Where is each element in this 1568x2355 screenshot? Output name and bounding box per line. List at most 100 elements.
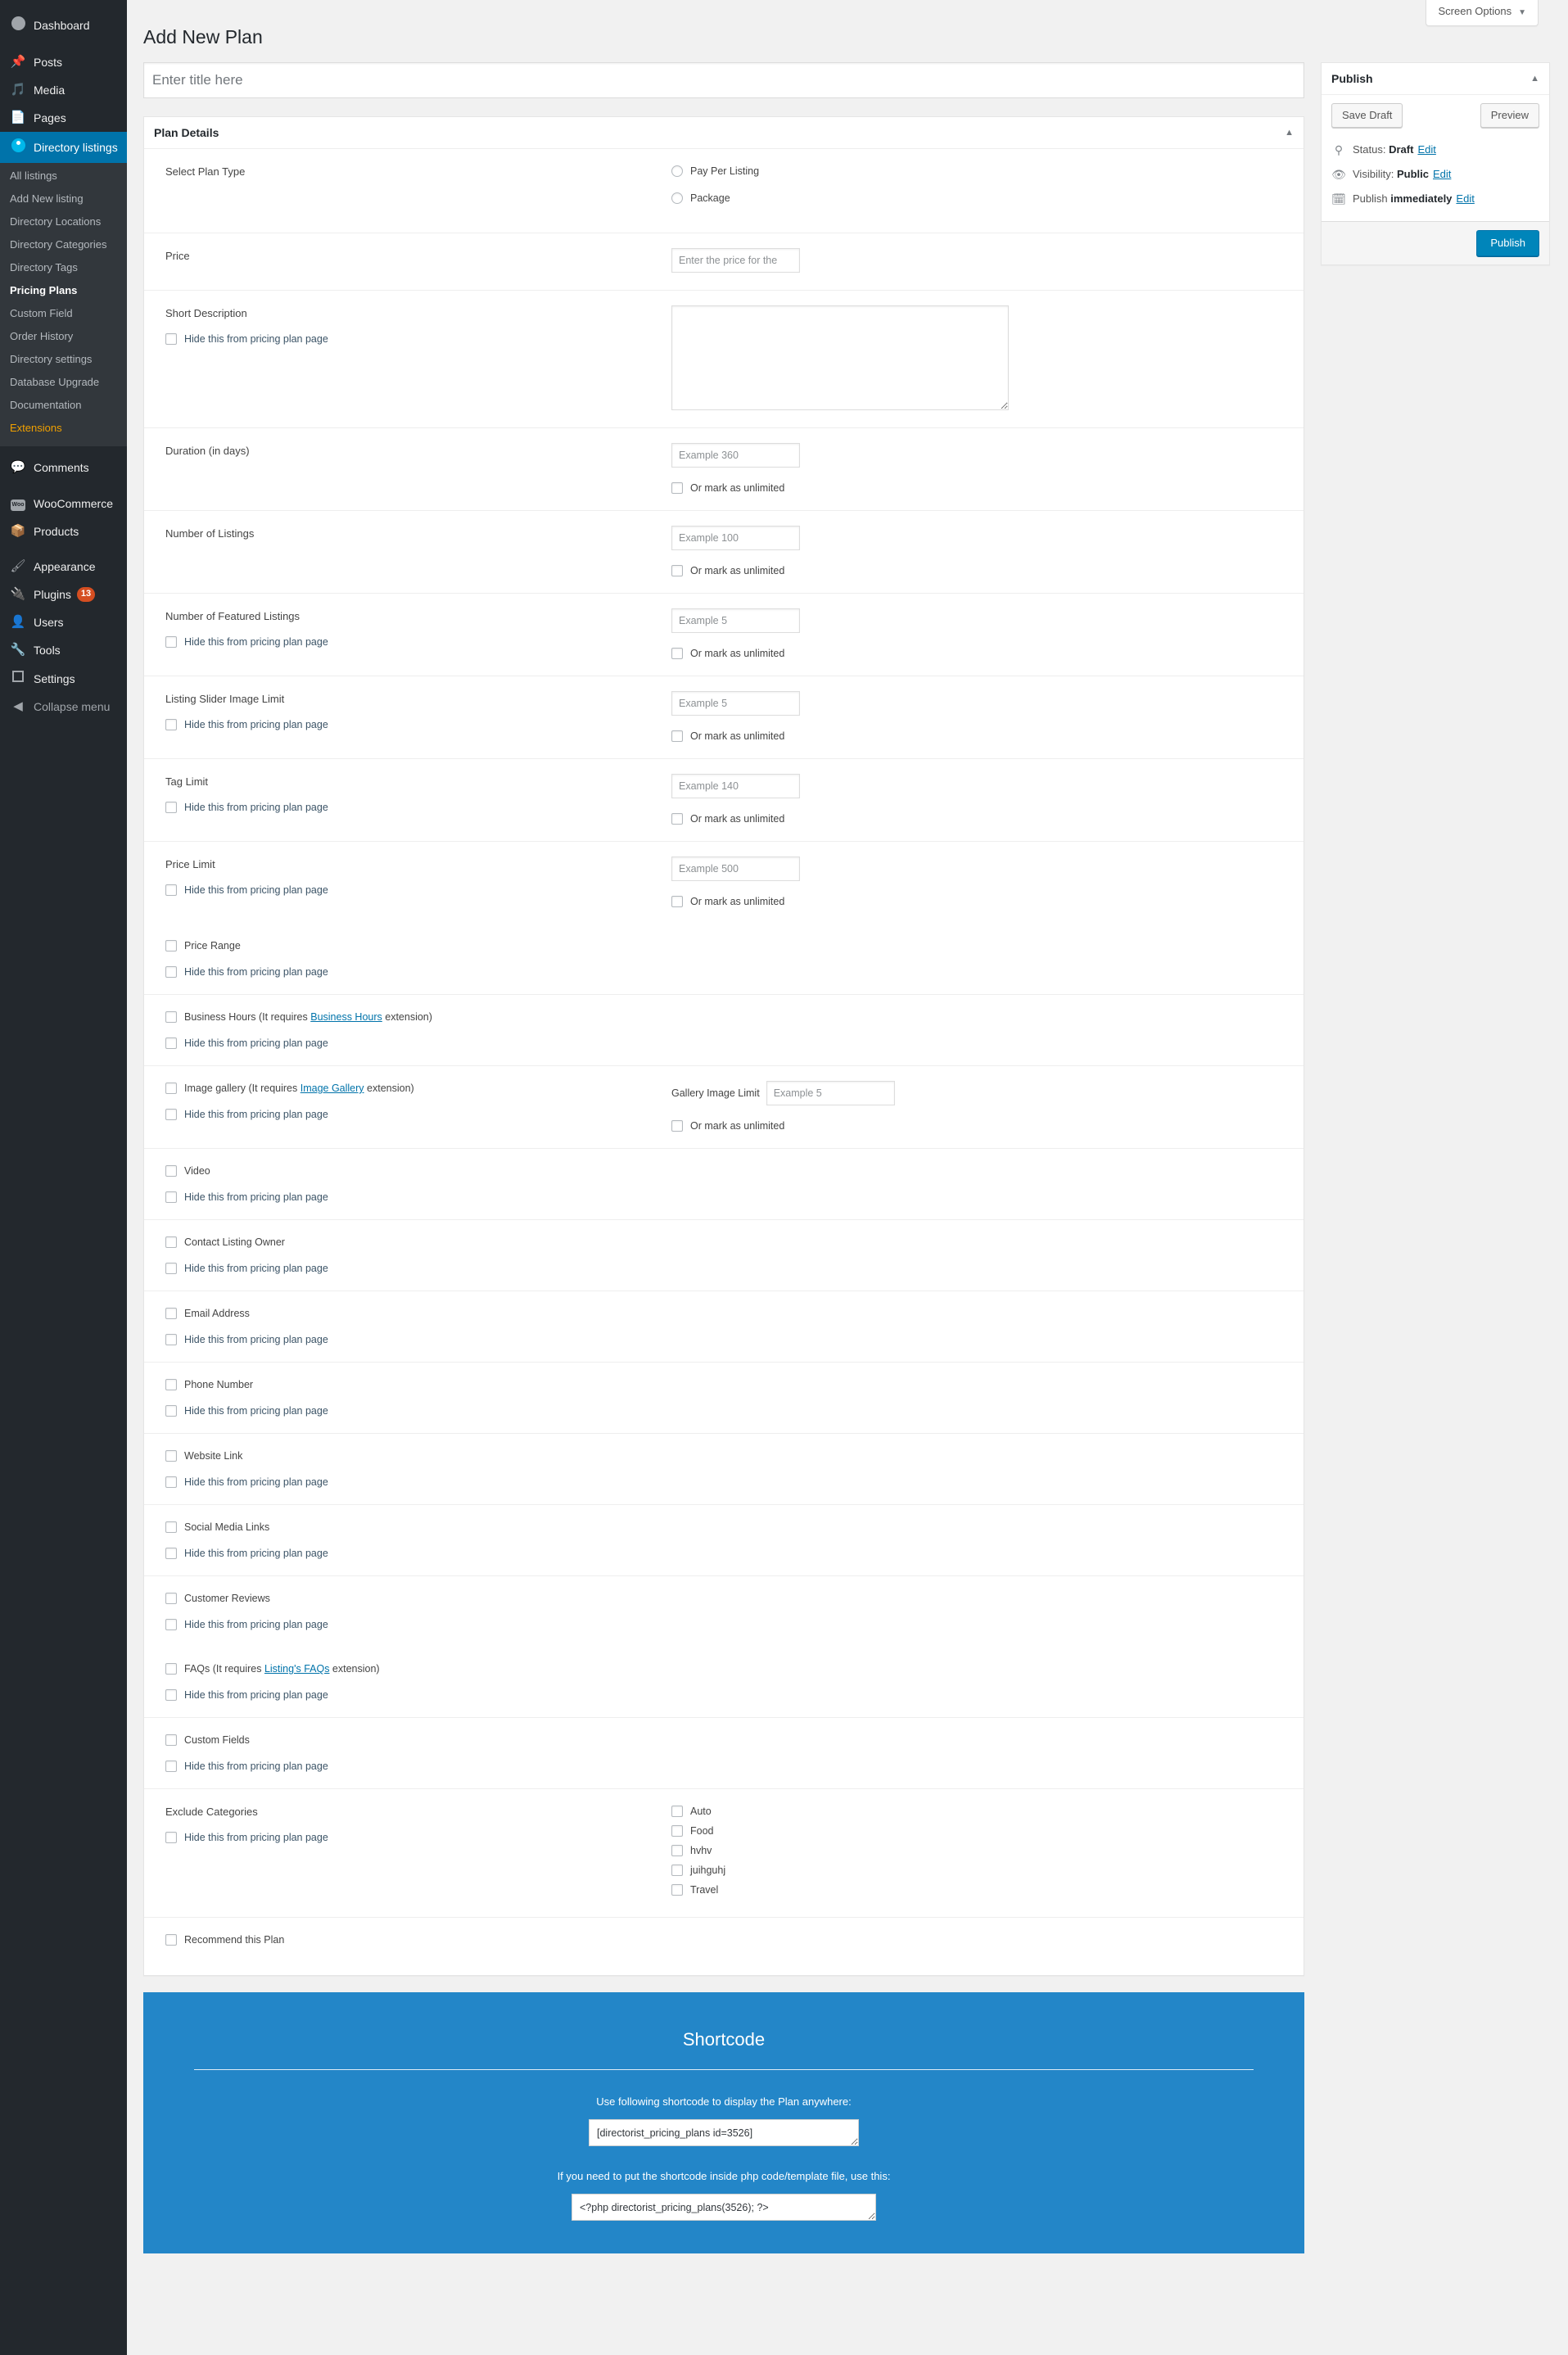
checkbox[interactable] [165,1593,177,1604]
gallery-unlimited-toggle[interactable]: Or mark as unlimited [671,1119,1304,1133]
plan-details-header[interactable]: Plan Details ▲ [144,117,1304,149]
checkbox[interactable] [165,1663,177,1675]
hide-from-pricing-plan-page-toggle[interactable]: Hide this from pricing plan page [165,1190,668,1205]
hide-from-pricing-plan-page-toggle[interactable]: Hide this from pricing plan page [165,1261,668,1276]
checkbox[interactable] [165,1476,177,1488]
listing-slider-image-limit-unlimited-toggle[interactable]: Or mark as unlimited [671,729,1304,744]
checkbox[interactable] [671,730,683,742]
number-of-featured-listings-input[interactable] [671,608,800,633]
publish-panel-header[interactable]: Publish ▲ [1322,63,1549,95]
sidebar-item-comments[interactable]: 💬 Comments [0,454,127,481]
price-input[interactable] [671,248,800,273]
sidebar-item-documentation[interactable]: Documentation [0,394,127,417]
checkbox[interactable] [165,1761,177,1772]
sidebar-item-plugins[interactable]: 🔌 Plugins 13 [0,581,127,608]
checkbox[interactable] [671,565,683,576]
hide-from-pricing-plan-page-toggle[interactable]: Hide this from pricing plan page [165,1759,668,1774]
hide-from-pricing-plan-page-toggle[interactable]: Hide this from pricing plan page [165,1332,668,1347]
checkbox[interactable] [671,1845,683,1856]
tag-limit-unlimited-toggle[interactable]: Or mark as unlimited [671,811,1304,826]
checkbox[interactable] [165,802,177,813]
sidebar-item-directory-tags[interactable]: Directory Tags [0,256,127,279]
exclude-category-item[interactable]: juihguhj [671,1863,1304,1878]
hide-from-pricing-plan-page-toggle[interactable]: Hide this from pricing plan page [165,1688,668,1702]
collapse-menu-button[interactable]: ◀ Collapse menu [0,693,127,721]
sidebar-item-pricing-plans[interactable]: Pricing Plans [0,279,127,302]
hide-from-pricing-plan-page-toggle[interactable]: Hide this from pricing plan page [165,1617,668,1632]
checkbox[interactable] [671,1825,683,1837]
shortcode-textarea-2[interactable] [572,2194,876,2221]
price-range-toggle[interactable]: Price Range [165,938,668,953]
checkbox[interactable] [165,1521,177,1533]
sidebar-item-order-history[interactable]: Order History [0,325,127,348]
exclude-category-item[interactable]: Auto [671,1804,1304,1819]
exclude-category-item[interactable]: Travel [671,1883,1304,1897]
checkbox[interactable] [165,1236,177,1248]
checkbox[interactable] [165,1308,177,1319]
price-limit-input[interactable] [671,857,800,881]
status-edit-link[interactable]: Edit [1417,142,1435,157]
hide-from-pricing-plan-page-toggle[interactable]: Hide this from pricing plan page [165,800,668,815]
sidebar-item-users[interactable]: 👤 Users [0,608,127,636]
sidebar-item-directory-listings[interactable]: Directory listings [0,132,133,163]
duration-input[interactable] [671,443,800,468]
sidebar-item-custom-field[interactable]: Custom Field [0,302,127,325]
website-link-toggle[interactable]: Website Link [165,1449,668,1463]
radio-button[interactable] [671,165,683,177]
checkbox[interactable] [165,1450,177,1462]
checkbox[interactable] [165,1191,177,1203]
hide-from-pricing-plan-page-toggle[interactable]: Hide this from pricing plan page [165,1404,668,1418]
number-of-listings-unlimited-toggle[interactable]: Or mark as unlimited [671,563,1304,578]
publish-button[interactable]: Publish [1476,230,1539,256]
checkbox[interactable] [165,884,177,896]
checkbox[interactable] [671,1884,683,1896]
sidebar-item-posts[interactable]: 📌 Posts [0,48,127,76]
hide-from-pricing-plan-page-toggle[interactable]: Hide this from pricing plan page [165,965,668,979]
preview-button[interactable]: Preview [1480,103,1539,128]
checkbox[interactable] [165,1405,177,1417]
hide-from-pricing-plan-page-toggle[interactable]: Hide this from pricing plan page [165,1830,668,1845]
business-hours-extension-link[interactable]: Business Hours [310,1011,382,1023]
sidebar-item-directory-locations[interactable]: Directory Locations [0,210,127,233]
video-toggle[interactable]: Video [165,1164,668,1178]
image-gallery-toggle[interactable]: Image gallery (It requires Image Gallery… [165,1081,668,1096]
chevron-up-icon[interactable]: ▲ [1285,125,1294,140]
listing-slider-image-limit-input[interactable] [671,691,800,716]
sidebar-item-media[interactable]: 🎵 Media [0,76,127,104]
checkbox[interactable] [671,1806,683,1817]
checkbox[interactable] [165,1011,177,1023]
radio-pay-per-listing[interactable]: Pay Per Listing [671,164,1304,179]
sidebar-item-extensions[interactable]: Extensions [0,417,127,440]
sidebar-item-dashboard[interactable]: Dashboard [0,10,127,41]
image-gallery-extension-link[interactable]: Image Gallery [300,1083,364,1094]
checkbox[interactable] [165,1734,177,1746]
gallery-image-limit-input[interactable] [766,1081,895,1105]
tag-limit-input[interactable] [671,774,800,798]
sidebar-item-database-upgrade[interactable]: Database Upgrade [0,371,127,394]
sidebar-item-all-listings[interactable]: All listings [0,165,127,188]
radio-button[interactable] [671,192,683,204]
checkbox[interactable] [165,1165,177,1177]
checkbox[interactable] [671,813,683,825]
checkbox[interactable] [165,1619,177,1630]
sidebar-item-directory-settings[interactable]: Directory settings [0,348,127,371]
hide-from-pricing-plan-page-toggle[interactable]: Hide this from pricing plan page [165,883,668,897]
checkbox[interactable] [165,1037,177,1049]
chevron-up-icon[interactable]: ▲ [1530,71,1539,86]
checkbox[interactable] [165,1832,177,1843]
checkbox[interactable] [165,719,177,730]
recommend-this-plan-toggle[interactable]: Recommend this Plan [165,1932,668,1947]
checkbox[interactable] [165,1379,177,1390]
shortcode-textarea-1[interactable] [589,2119,859,2146]
sidebar-item-settings[interactable]: Settings [0,664,127,693]
save-draft-button[interactable]: Save Draft [1331,103,1403,128]
checkbox[interactable] [165,1934,177,1946]
checkbox[interactable] [165,636,177,648]
contact-listing-owner-toggle[interactable]: Contact Listing Owner [165,1235,668,1250]
sidebar-item-products[interactable]: 📦 Products [0,518,127,545]
faqs-toggle[interactable]: FAQs (It requires Listing's FAQs extensi… [165,1661,668,1676]
custom-fields-toggle[interactable]: Custom Fields [165,1733,668,1747]
screen-options-button[interactable]: Screen Options ▼ [1426,0,1539,26]
hide-from-pricing-plan-page-toggle[interactable]: Hide this from pricing plan page [165,1036,668,1051]
hide-from-pricing-plan-page-toggle[interactable]: Hide this from pricing plan page [165,1107,668,1122]
